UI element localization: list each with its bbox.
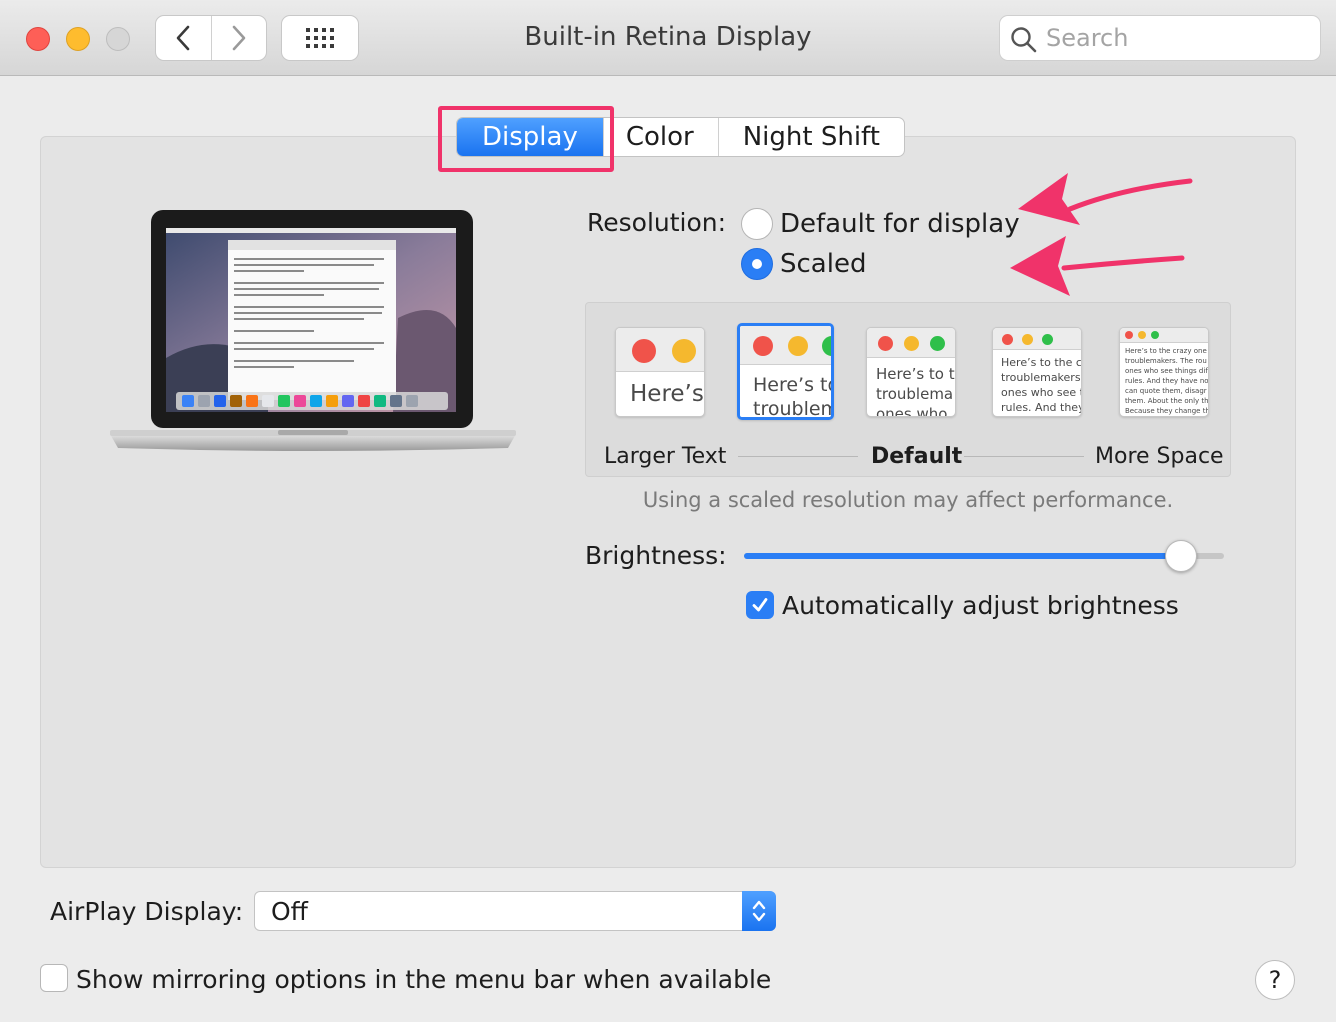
select-stepper[interactable] (742, 891, 776, 931)
title-bar: Built-in Retina Display (0, 0, 1336, 76)
brightness-slider-knob[interactable] (1164, 540, 1197, 572)
search-input[interactable] (1046, 22, 1306, 54)
scale-option-4[interactable]: Here’s to the cr troublemakers. ones who… (992, 327, 1082, 417)
thumbnail-text: Here’s to troublem (753, 374, 834, 420)
checkmark-icon (752, 598, 768, 612)
performance-note: Using a scaled resolution may affect per… (642, 488, 1174, 512)
more-space-label: More Space (1095, 444, 1224, 469)
thumbnail-text: Here’s to the cr troublemakers. ones who… (1001, 356, 1082, 414)
grid-icon (306, 28, 334, 48)
scale-option-3[interactable]: Here’s to t troublema ones who (866, 327, 956, 417)
auto-brightness-checkbox[interactable] (746, 591, 774, 619)
airplay-display-label: AirPlay Display: (50, 897, 244, 926)
show-all-button[interactable] (281, 15, 359, 61)
larger-text-label: Larger Text (604, 444, 727, 469)
help-button[interactable]: ? (1255, 960, 1295, 1000)
brightness-slider-fill (744, 553, 1181, 559)
scale-option-more-space[interactable]: Here’s to the crazy one troublemakers. T… (1119, 327, 1209, 417)
tab-night-shift[interactable]: Night Shift (717, 118, 904, 156)
minimize-window-button[interactable] (66, 27, 90, 51)
airplay-display-value: Off (271, 897, 308, 926)
back-forward-group (155, 15, 267, 61)
close-window-button[interactable] (26, 27, 50, 51)
thumbnail-text: Here’s (630, 381, 704, 407)
brightness-slider[interactable] (744, 540, 1224, 572)
chevron-left-icon (176, 25, 190, 51)
chevron-up-down-icon (752, 900, 766, 922)
annotation-arrow-icon (1018, 173, 1193, 225)
show-mirroring-checkbox[interactable] (40, 964, 68, 992)
show-mirroring-label[interactable]: Show mirroring options in the menu bar w… (76, 965, 771, 994)
scale-option-default[interactable]: Here’s to troublem (737, 323, 834, 420)
resolution-label: Resolution: (587, 208, 727, 237)
radio-scaled[interactable] (741, 248, 773, 280)
radio-scaled-label[interactable]: Scaled (780, 249, 866, 279)
chevron-right-icon (232, 25, 246, 51)
zoom-window-button[interactable] (106, 27, 130, 51)
annotation-arrow-icon (1010, 236, 1185, 296)
display-illustration (110, 210, 516, 451)
search-icon (1011, 27, 1037, 53)
radio-default-for-display[interactable] (741, 208, 773, 240)
tab-color[interactable]: Color (602, 118, 718, 156)
annotation-highlight-box (438, 106, 614, 172)
forward-button[interactable] (210, 16, 267, 60)
airplay-display-select[interactable]: Off (254, 891, 776, 931)
window-title: Built-in Retina Display (524, 22, 812, 52)
thumbnail-text: Here’s to t troublema ones who (876, 365, 955, 417)
auto-brightness-label[interactable]: Automatically adjust brightness (782, 591, 1179, 620)
back-button[interactable] (156, 16, 211, 60)
scale-divider (964, 456, 1084, 457)
radio-default-for-display-label[interactable]: Default for display (780, 209, 1020, 239)
search-field[interactable] (999, 15, 1321, 61)
scale-divider (738, 456, 858, 457)
thumbnail-text: Here’s to the crazy one troublemakers. T… (1125, 347, 1209, 415)
default-label: Default (871, 444, 963, 469)
scale-option-larger-text[interactable]: Here’s (615, 327, 705, 417)
brightness-label: Brightness: (585, 541, 727, 570)
